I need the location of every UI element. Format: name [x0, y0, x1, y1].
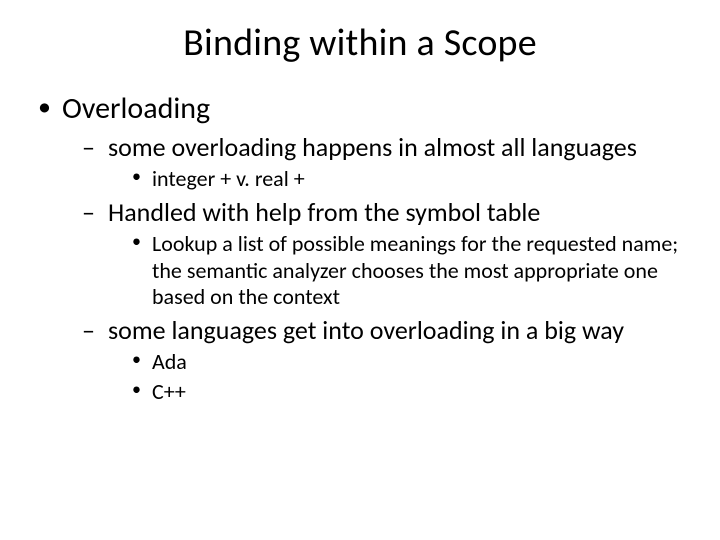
- list-item-text: some languages get into overloading in a…: [108, 314, 624, 346]
- slide-title: Binding within a Scope: [0, 0, 720, 90]
- list-item: Lookup a list of possible meanings for t…: [130, 231, 684, 310]
- list-item-text: Handled with help from the symbol table: [108, 196, 540, 228]
- list-item-text: Overloading: [62, 90, 210, 127]
- list-item-text: integer + v. real +: [152, 165, 305, 192]
- list-item-text: Ada: [152, 348, 187, 375]
- list-item-text: some overloading happens in almost all l…: [108, 131, 637, 163]
- bullet-list-l2: some overloading happens in almost all l…: [62, 132, 684, 406]
- bullet-list-l3: Lookup a list of possible meanings for t…: [108, 231, 684, 310]
- list-item: Overloading some overloading happens in …: [36, 90, 684, 405]
- bullet-list-l1: Overloading some overloading happens in …: [36, 90, 684, 405]
- list-item: C++: [130, 379, 684, 405]
- list-item: some languages get into overloading in a…: [80, 315, 684, 406]
- bullet-list-l3: integer + v. real +: [108, 166, 684, 192]
- list-item: Handled with help from the symbol table …: [80, 197, 684, 311]
- list-item-text: C++: [152, 378, 186, 405]
- bullet-list-l3: Ada C++: [108, 349, 684, 405]
- list-item: some overloading happens in almost all l…: [80, 132, 684, 193]
- list-item: Ada: [130, 349, 684, 375]
- list-item-text: Lookup a list of possible meanings for t…: [152, 230, 678, 310]
- list-item: integer + v. real +: [130, 166, 684, 192]
- slide-body: Overloading some overloading happens in …: [0, 90, 720, 405]
- slide: Binding within a Scope Overloading some …: [0, 0, 720, 540]
